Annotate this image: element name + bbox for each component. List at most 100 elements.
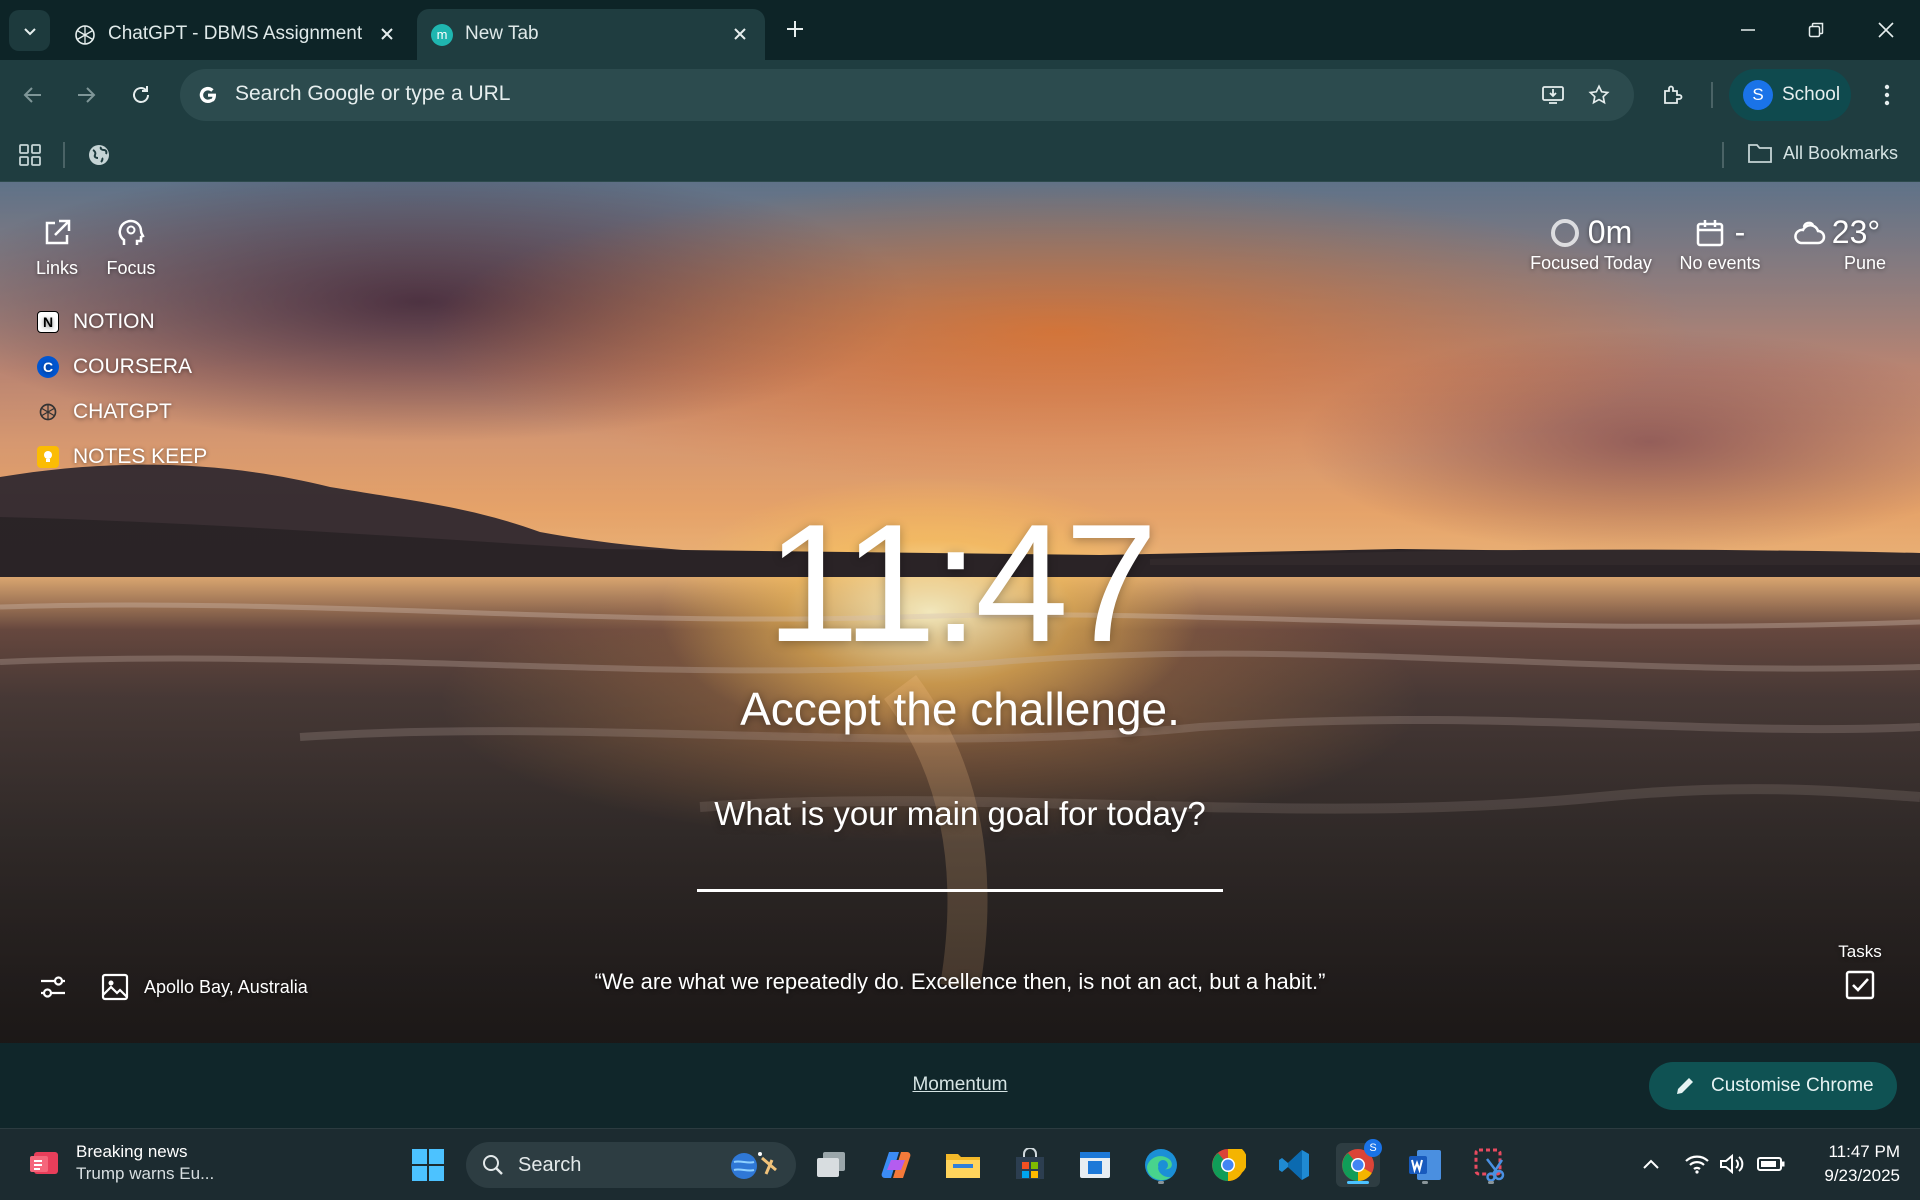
avatar: S: [1743, 80, 1773, 110]
star-icon: [1588, 84, 1610, 105]
chrome-profile-button[interactable]: S: [1336, 1139, 1382, 1187]
word-button[interactable]: [1403, 1143, 1447, 1187]
coursera-icon: C: [37, 356, 59, 378]
tab-title: New Tab: [465, 23, 539, 44]
svg-text:m: m: [437, 27, 448, 42]
pencil-icon: [1677, 1078, 1693, 1094]
goal-input[interactable]: [697, 842, 1223, 892]
vscode-icon: [1279, 1150, 1309, 1180]
wifi-button[interactable]: [1682, 1149, 1712, 1179]
calendar-widget[interactable]: - No events: [1676, 214, 1764, 274]
profile-badge: S: [1364, 1139, 1382, 1157]
calendar-value: -: [1734, 214, 1746, 250]
running-indicator: [1422, 1181, 1428, 1184]
tasks-widget[interactable]: Tasks: [1832, 942, 1888, 1005]
bookmark-globe[interactable]: [87, 143, 111, 167]
file-explorer-button[interactable]: [941, 1143, 985, 1187]
system-clock[interactable]: 11:47 PM 9/23/2025: [1790, 1140, 1900, 1188]
snipping-tool-button[interactable]: [1469, 1143, 1513, 1187]
address-bar-placeholder: Search Google or type a URL: [235, 82, 511, 105]
search-highlight-icon: [731, 1152, 777, 1179]
link-label: NOTION: [73, 310, 155, 333]
edge-button[interactable]: [1139, 1143, 1183, 1187]
plus-icon: [787, 21, 803, 37]
minimize-button[interactable]: [1714, 0, 1782, 60]
notepad-button[interactable]: [1073, 1143, 1117, 1187]
close-tab-icon[interactable]: [727, 21, 753, 47]
puzzle-icon: [1664, 85, 1683, 104]
volume-icon: [1720, 1153, 1744, 1175]
tab-search-button[interactable]: [9, 10, 50, 51]
bookmarks-divider: [1722, 142, 1724, 168]
link-notion[interactable]: N NOTION: [37, 310, 155, 334]
close-tab-icon[interactable]: [374, 21, 400, 47]
globe-icon: [89, 145, 109, 165]
search-label: Search: [518, 1153, 582, 1176]
restore-button[interactable]: [1782, 0, 1850, 60]
focus-label: Focus: [106, 258, 156, 278]
task-view-button[interactable]: [809, 1143, 853, 1187]
links-widget[interactable]: Links: [30, 217, 84, 279]
link-chatgpt[interactable]: CHATGPT: [37, 400, 172, 424]
partly-cloudy-icon: [1794, 221, 1826, 244]
copilot-button[interactable]: [874, 1143, 918, 1187]
tab-new-tab[interactable]: m New Tab: [417, 9, 765, 60]
running-indicator: [1158, 1181, 1164, 1184]
profile-button[interactable]: S School: [1729, 69, 1851, 121]
show-hidden-icons-button[interactable]: [1636, 1149, 1666, 1179]
link-notes-keep[interactable]: NOTES KEEP: [37, 445, 207, 469]
momentum-link[interactable]: Momentum: [0, 1074, 1920, 1096]
toolbar-divider: [1711, 82, 1713, 108]
volume-button[interactable]: [1717, 1149, 1747, 1179]
battery-button[interactable]: [1756, 1149, 1786, 1179]
chrome-button[interactable]: [1206, 1143, 1250, 1187]
task-view-icon: [817, 1152, 845, 1177]
close-window-button[interactable]: [1852, 0, 1920, 60]
taskbar-search[interactable]: Search: [466, 1142, 796, 1188]
chrome-menu-button[interactable]: [1868, 76, 1906, 114]
start-button[interactable]: [406, 1143, 450, 1187]
install-app-button[interactable]: [1536, 78, 1570, 112]
snipping-tool-icon: [1474, 1148, 1505, 1182]
link-label: CHATGPT: [73, 400, 172, 423]
customise-chrome-button[interactable]: Customise Chrome: [1649, 1062, 1897, 1110]
new-tab-button[interactable]: [780, 14, 810, 44]
tasks-label: Tasks: [1838, 942, 1882, 961]
apps-button[interactable]: [18, 143, 42, 167]
tab-chatgpt[interactable]: ChatGPT - DBMS Assignment: [60, 9, 412, 60]
bookmark-star-button[interactable]: [1582, 78, 1616, 112]
reload-button[interactable]: [122, 76, 160, 114]
apps-grid-icon: [19, 144, 41, 166]
quote: “We are what we repeatedly do. Excellenc…: [594, 969, 1326, 994]
back-button[interactable]: [14, 76, 52, 114]
temperature-value: 23°: [1831, 214, 1881, 250]
news-subtitle: Trump warns Eu...: [76, 1164, 215, 1183]
taskbar: Breaking news Trump warns Eu... Search S: [0, 1128, 1920, 1200]
news-widget[interactable]: Breaking news Trump warns Eu...: [28, 1141, 214, 1185]
weather-widget[interactable]: 23° Pune: [1786, 214, 1886, 274]
head-brain-icon: [118, 219, 145, 245]
link-coursera[interactable]: C COURSERA: [37, 355, 192, 379]
forward-button[interactable]: [67, 76, 105, 114]
vscode-button[interactable]: [1272, 1143, 1316, 1187]
tab-title: ChatGPT - DBMS Assignment: [108, 23, 363, 44]
chatgpt-icon: [37, 401, 59, 423]
links-label: Links: [35, 258, 79, 278]
chatgpt-icon: [75, 25, 95, 45]
browser-toolbar: Search Google or type a URL S School: [0, 60, 1920, 130]
extensions-button[interactable]: [1654, 76, 1692, 114]
store-icon: [1016, 1148, 1044, 1179]
copilot-icon: [881, 1152, 911, 1178]
address-bar[interactable]: Search Google or type a URL: [180, 69, 1634, 121]
chevron-down-icon: [23, 27, 36, 35]
momentum-icon: m: [431, 24, 453, 46]
ntp-footer: Momentum Customise Chrome: [0, 1043, 1920, 1128]
focus-time-widget[interactable]: 0m Focused Today: [1528, 214, 1654, 274]
focus-widget[interactable]: Focus: [103, 217, 159, 279]
customise-chrome-label: Customise Chrome: [1711, 1075, 1874, 1096]
goal-prompt: What is your main goal for today?: [714, 795, 1206, 832]
focus-time-value: 0m: [1587, 214, 1633, 250]
checkbox-icon: [1845, 970, 1875, 1000]
store-button[interactable]: [1008, 1143, 1052, 1187]
all-bookmarks-button[interactable]: All Bookmarks: [1747, 142, 1898, 164]
